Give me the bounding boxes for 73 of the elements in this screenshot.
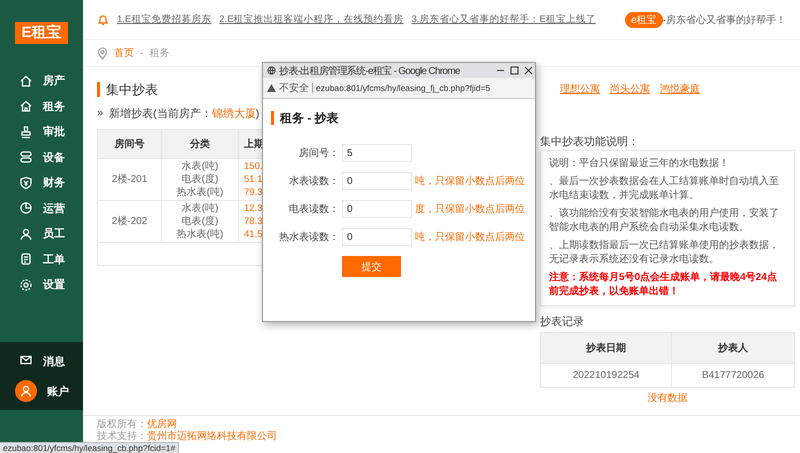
table-cell: 202210192254 (540, 364, 672, 388)
field-label: 房间号： (298, 146, 339, 160)
column-header: 分类 (162, 130, 238, 158)
notes-title: 集中抄表功能说明： (540, 135, 640, 150)
house-icon (19, 74, 33, 88)
sidebar-item[interactable]: 财务 (0, 170, 83, 196)
sidebar-item[interactable]: 房产 (0, 68, 83, 94)
note-text: 、上期读数指最后一次已结算账单使用的抄表数据，无记录表示系统还没有记录水电读数。 (549, 239, 780, 267)
form-heading: 租务 - 抄表 (271, 111, 527, 125)
window-title: 抄表-出租房管理系统-e租宝 - Google Chrome (279, 64, 460, 78)
brand-badge: e租宝 (625, 12, 663, 28)
note-text: 、最后一次抄表数据会在人工结算账单时自动填入至水电结束读数，并完成账单计算。 (549, 175, 780, 203)
status-bar-url: ezubao:801/yfcms/hy/leasing_cb.php?fcid=1# (0, 442, 180, 453)
house-icon (19, 99, 33, 114)
table-cell: 水表(吨) 电表(度) 热水表(吨) (162, 200, 238, 242)
column-header: 抄表日期 (540, 332, 672, 364)
input-field[interactable]: 0 (342, 172, 412, 190)
sidebar-item[interactable]: 账户 (0, 376, 83, 406)
notice-link[interactable]: 1.E租宝免费招募房东 (117, 13, 212, 26)
sidebar-item[interactable]: 设置 (0, 272, 83, 298)
column-header: 抄表人 (672, 332, 794, 364)
warning-icon (267, 84, 276, 92)
table-cell: 水表(吨) 电表(度) 热水表(吨) (162, 158, 238, 200)
stacked-blocks-icon (19, 150, 33, 164)
subtitle-text: 新增抄表(当前房产：锦绣大厦) (109, 106, 260, 120)
empty-message: 没有数据 (646, 392, 688, 406)
input-field[interactable]: 0 (342, 200, 412, 218)
globe-icon (267, 66, 276, 75)
sidebar-item[interactable]: 租务 (0, 94, 83, 119)
close-icon (524, 66, 532, 75)
field-hint: 吨，只保留小数点后两位 (415, 230, 525, 244)
footer-text: 技术支持：贵州市迈拓网络科技有限公司 (97, 431, 278, 443)
notice-link[interactable]: 2.E租宝推出租客端小程序，在线预约看房 (219, 13, 404, 26)
field-hint: 度，只保留小数点后两位 (415, 202, 525, 216)
slogan-text: -房东省心又省事的好帮手！ (662, 14, 786, 26)
sidebar-item[interactable]: 工单 (0, 246, 83, 272)
table-cell: 2楼-201 (98, 158, 162, 200)
address-bar-url[interactable]: ezubao:801/yfcms/hy/leasing_fj_cb.php?fjid=5 (316, 83, 490, 93)
chevron-marker: » (97, 107, 104, 119)
warning-text: 注意：系统每月5号0点会生成账单，请最晚4号24点前完成抄表，以免账单出错！ (549, 271, 778, 299)
shield-icon (19, 176, 33, 190)
maximize-icon (510, 66, 518, 75)
column-header: 房间号 (98, 130, 162, 158)
pie-chart-icon (19, 201, 33, 216)
footer-text: 版权所有：优房网 (97, 419, 178, 430)
location-pin-icon (97, 46, 108, 60)
sidebar-item[interactable]: 员工 (0, 221, 83, 246)
records-title: 抄表记录 (540, 315, 585, 330)
stamp-icon (19, 124, 33, 139)
breadcrumb-separator: - (140, 48, 144, 58)
field-label: 水表读数： (288, 174, 339, 188)
sidebar-item[interactable]: 设备 (0, 144, 83, 170)
field-hint: 吨，只保留小数点后两位 (415, 174, 525, 188)
sidebar-item[interactable]: 运营 (0, 196, 83, 221)
notice-link[interactable]: 3.房东省心又省事的好帮手：E租宝上线了 (412, 13, 596, 26)
logo: E租宝 (15, 22, 68, 44)
section-title: 集中抄表 (97, 82, 158, 96)
field-label: 热水表读数： (278, 230, 339, 244)
sidebar-item[interactable]: 审批 (0, 119, 83, 144)
table-cell: 2楼-202 (98, 200, 162, 242)
security-label: 不安全 (279, 82, 309, 95)
input-field[interactable]: 0 (342, 228, 412, 246)
input-field[interactable]: 5 (342, 144, 412, 162)
sidebar-item[interactable]: 消息 (0, 346, 83, 376)
table-cell: B4177720026 (672, 364, 794, 388)
person-icon (19, 226, 33, 241)
settings-icon (19, 278, 33, 292)
field-label: 电表读数： (288, 202, 339, 216)
note-text: 、该功能给没有安装智能水电表的用户使用，安装了智能水电表的用户系统会自动采集水电读数。 (549, 207, 780, 235)
bell-icon (97, 14, 109, 26)
note-text: 说明：平台只保留最近三年的水电数据！ (549, 157, 730, 171)
document-icon (19, 252, 33, 266)
user-avatar (15, 380, 37, 402)
